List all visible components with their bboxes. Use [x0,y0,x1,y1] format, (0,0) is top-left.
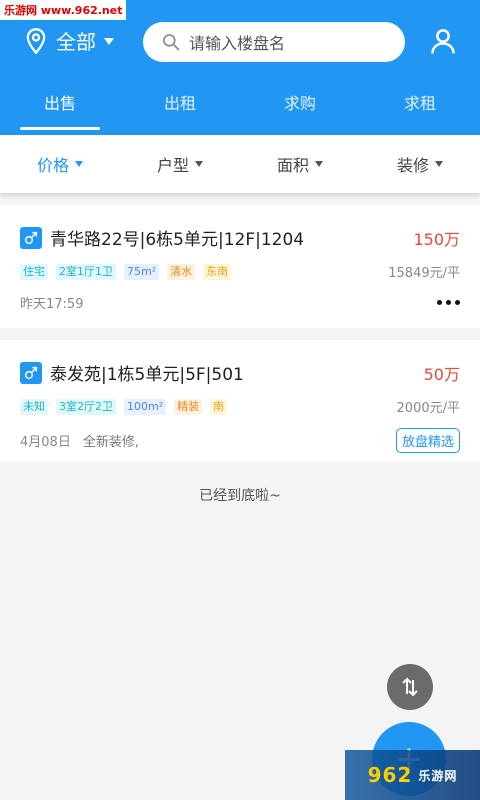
listing-title: 青华路22号|6栋5单元|12F|1204 [50,230,305,250]
unit-price: 15849元/平 [388,266,460,281]
tab-label: 出售 [43,94,76,113]
listing-card[interactable]: 青华路22号|6栋5单元|12F|1204 150万 住宅 2室1厅1卫 75m… [0,205,480,328]
search-placeholder: 请输入楼盘名 [189,34,286,53]
tag-orientation: 南 [210,398,228,415]
more-dots-icon[interactable] [433,300,460,305]
male-icon [20,226,42,249]
male-icon [20,361,42,384]
user-icon[interactable] [428,26,458,56]
tag-area: 75m² [124,263,160,280]
filter-label: 装修 [396,156,429,175]
caret-down-icon [315,161,323,167]
listing-description: 全新装修, [82,435,139,450]
caret-down-icon [195,161,203,167]
listing-price: 150万 [413,229,460,249]
tab-label: 求购 [283,94,316,113]
sort-button[interactable] [387,664,433,710]
filter-decoration[interactable]: 装修 [360,135,480,193]
tag-layout: 2室1厅1卫 [56,263,116,280]
featured-badge[interactable]: 放盘精选 [395,428,460,453]
filter-label: 面积 [276,156,309,175]
filter-label: 价格 [36,156,69,175]
listing-title: 泰发苑|1栋5单元|5F|501 [50,365,244,385]
logo-sub: 乐游网 [418,768,458,783]
end-of-list-note: 已经到底啦~ [199,488,281,504]
tab-label: 出租 [163,94,196,113]
active-tab-indicator [20,127,100,130]
listing-price: 50万 [423,364,460,384]
unit-price: 2000元/平 [396,401,460,416]
caret-down-icon [75,161,83,167]
app-header: 全部 请输入楼盘名 出售 出租 求购 求租 [0,0,480,145]
listing-date: 昨天17:59 [20,297,84,312]
chevron-down-icon [104,38,114,45]
logo-main: 962 [367,763,413,787]
caret-down-icon [435,161,443,167]
tag-type: 住宅 [20,263,48,280]
filter-area[interactable]: 面积 [240,135,360,193]
tab-rent[interactable]: 出租 [120,86,240,130]
search-icon [163,34,180,51]
listing-card[interactable]: 泰发苑|1栋5单元|5F|501 50万 未知 3室2厅2卫 100m² 精装 … [0,340,480,462]
city-label: 全部 [56,30,96,54]
filter-bar: 价格 户型 面积 装修 [0,135,480,193]
tab-want-buy[interactable]: 求购 [240,86,360,130]
tag-decoration: 精装 [174,398,203,415]
tab-want-rent[interactable]: 求租 [360,86,480,130]
city-selector[interactable]: 全部 [22,26,114,55]
listing-date: 4月08日 [20,435,71,450]
sort-arrows-icon [402,677,418,697]
site-watermark: 乐游网 www.962.net [0,0,127,20]
tab-label: 求租 [403,94,436,113]
tag-decoration: 清水 [167,263,196,280]
tag-layout: 3室2厅2卫 [56,398,116,415]
tag-type: 未知 [20,398,48,415]
corner-watermark-logo: 962 乐游网 [345,750,480,800]
filter-label: 户型 [156,156,189,175]
search-input[interactable]: 请输入楼盘名 [143,22,405,62]
tab-sell[interactable]: 出售 [0,86,120,130]
tag-orientation: 东南 [203,263,232,280]
filter-layout[interactable]: 户型 [120,135,240,193]
tab-bar: 出售 出租 求购 求租 [0,86,480,130]
filter-price[interactable]: 价格 [0,135,120,193]
location-pin-icon [26,27,46,54]
tag-area: 100m² [124,398,167,415]
